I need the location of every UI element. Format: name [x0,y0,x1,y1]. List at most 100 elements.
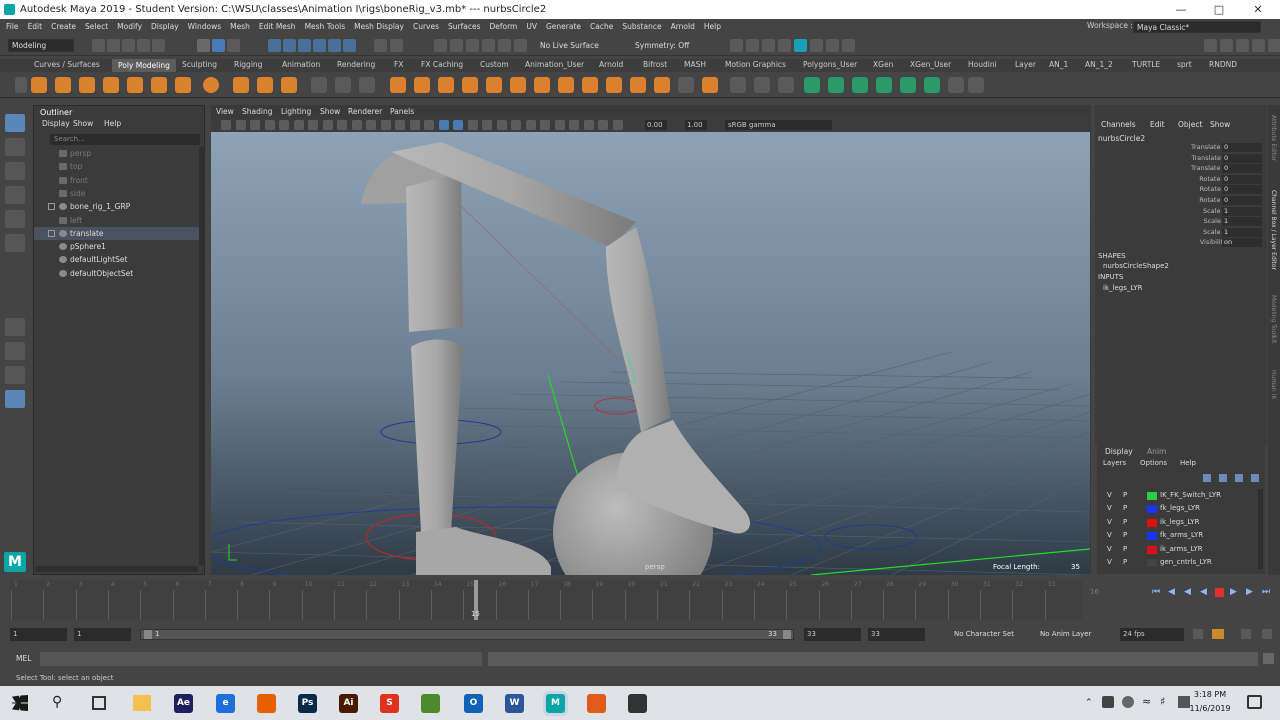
merge-icon[interactable] [558,77,574,93]
select-object-icon[interactable] [212,39,225,52]
animation-end-field[interactable]: 33 [868,628,925,641]
menu-surfaces[interactable]: Surfaces [448,22,480,31]
shelf-tab-custom[interactable]: Custom [480,60,509,69]
shelf-tab-xgen[interactable]: XGen [873,60,893,69]
menu-help[interactable]: Help [704,22,721,31]
viewport-tool-12-icon[interactable] [395,120,405,130]
channel-value[interactable]: 0 [1222,164,1262,174]
anim-prefs-icon[interactable] [1241,629,1251,639]
input-name[interactable]: ik_legs_LYR [1103,284,1142,292]
menuset-select[interactable]: Modeling [8,39,74,52]
channel-row-translate-z[interactable]: Translate Z0 [1095,164,1265,174]
menu-substance[interactable]: Substance [622,22,661,31]
snap-plane-icon[interactable] [328,39,341,52]
uv-editor-icon[interactable] [924,77,940,93]
step-forward-frame-icon[interactable]: ▶ [1246,587,1253,597]
outliner-hscrollbar[interactable] [36,566,198,572]
channel-row-scale-y[interactable]: Scale Y1 [1095,217,1265,227]
layer-color-swatch[interactable] [1147,532,1157,541]
viewport-tool-15-icon[interactable] [438,120,449,130]
outliner-item-front[interactable]: front [34,174,199,187]
channel-value[interactable]: 1 [1222,206,1262,216]
uv-project-icon[interactable] [804,77,820,93]
layer-visibility-toggle[interactable]: V [1107,556,1112,569]
channel-row-visibility[interactable]: Visibility on [1095,238,1265,248]
layer-scrollbar[interactable] [1258,489,1263,569]
viewport-tool-6-icon[interactable] [308,120,318,130]
viewport-tool-5-icon[interactable] [293,120,304,130]
shelf-tab-rigging[interactable]: Rigging [234,60,262,69]
file-explorer-icon[interactable] [133,695,151,711]
minimize-icon[interactable]: — [1163,0,1199,19]
rotate-tool-icon[interactable] [5,210,25,228]
game-app-icon[interactable] [421,694,440,713]
menu-deform[interactable]: Deform [489,22,517,31]
outliner-item-top[interactable]: top [34,160,199,173]
layer-color-swatch[interactable] [1147,559,1157,567]
side-tab-human-ik[interactable]: Human IK [1270,370,1277,399]
shelf-tab-fx-caching[interactable]: FX Caching [421,60,463,69]
shelf-tab-motion-graphics[interactable]: Motion Graphics [725,60,786,69]
menu-edit-mesh[interactable]: Edit Mesh [259,22,296,31]
substance-icon[interactable]: S [380,694,399,713]
channel-menu-channels[interactable]: Channels [1101,120,1136,129]
viewport-tool-1-icon[interactable] [235,120,246,130]
viewport-tool-24-icon[interactable] [569,120,579,130]
play-forward-icon[interactable]: ▶ [1230,587,1237,597]
tray-app-icon[interactable] [1122,696,1134,708]
channel-menu-edit[interactable]: Edit [1150,120,1165,129]
viewport-tool-11-icon[interactable] [380,120,391,130]
viewport-tool-0-icon[interactable] [221,120,231,130]
menu-file[interactable]: File [6,22,19,31]
shelf-tab-poly-modeling[interactable]: Poly Modeling [112,59,176,72]
persp-outliner-icon[interactable] [5,366,25,384]
viewport-tool-7-icon[interactable] [322,120,333,130]
viewport-tool-27-icon[interactable] [612,120,623,130]
photoshop-icon[interactable]: Ps [298,694,317,713]
menu-mesh[interactable]: Mesh [230,22,250,31]
layer-visibility-toggle[interactable]: V [1107,543,1112,556]
layer-tab-display[interactable]: Display [1105,447,1133,456]
go-to-end-icon[interactable]: ⏭ [1262,587,1270,597]
viewport-tool-4-icon[interactable] [279,120,289,130]
animation-start-field[interactable]: 1 [10,628,67,641]
shelf-tab-mash[interactable]: MASH [684,60,706,69]
stop-icon[interactable] [1215,588,1224,597]
auto-key-icon[interactable] [1212,629,1224,639]
poly-disc-icon[interactable] [175,77,191,93]
channel-row-rotate-y[interactable]: Rotate Y0 [1095,185,1265,195]
snap-projected-icon[interactable] [313,39,326,52]
layer-row-fk-arms-lyr[interactable]: V Pfk_arms_LYR [1103,529,1263,542]
dropbox-icon[interactable] [1102,696,1114,708]
combine-icon[interactable] [311,77,327,93]
fill-hole-icon[interactable] [510,77,526,93]
scale-tool-icon[interactable] [5,234,25,252]
shelf-tab-arnold[interactable]: Arnold [599,60,623,69]
menu-display[interactable]: Display [151,22,179,31]
magnet-icon[interactable] [514,39,527,52]
clock-date[interactable]: 11/6/2019 [1187,704,1233,713]
input-output-icon[interactable] [374,39,387,52]
shelf-tab-animation-user[interactable]: Animation_User [525,60,584,69]
modeling-toolkit-toggle-icon[interactable] [1204,39,1217,52]
paint-select-icon[interactable] [5,162,25,180]
layer-menu-options[interactable]: Options [1140,459,1167,467]
sculpt-brush-icon[interactable] [754,77,770,93]
maximize-icon[interactable]: □ [1201,0,1237,19]
after-effects-icon[interactable]: Ae [174,694,193,713]
pause-icon[interactable] [842,39,855,52]
menu-modify[interactable]: Modify [117,22,142,31]
outliner-item-bone-rig-1-grp[interactable]: bone_rig_1_GRP [34,200,199,213]
shelf-tab-animation[interactable]: Animation [282,60,320,69]
close-icon[interactable]: ✕ [1240,0,1276,19]
shelf-tab-bifrost[interactable]: Bifrost [643,60,667,69]
bevel-icon[interactable] [486,77,502,93]
viewport-tool-16-icon[interactable] [453,120,463,130]
timeline-track[interactable]: 1 2 3 4 5 6 7 8 9 10 11 12 13 14 15 16 17 18 19 20 21 22 23 24 2… [10,580,1082,620]
viewport-tool-8-icon[interactable] [337,120,347,130]
mirror-icon[interactable] [414,77,430,93]
select-component-icon[interactable] [227,39,240,52]
hypershade-icon[interactable] [482,39,495,52]
workspace-select[interactable]: Maya Classic* [1133,21,1261,33]
layer-playback-toggle[interactable]: P [1123,502,1127,515]
